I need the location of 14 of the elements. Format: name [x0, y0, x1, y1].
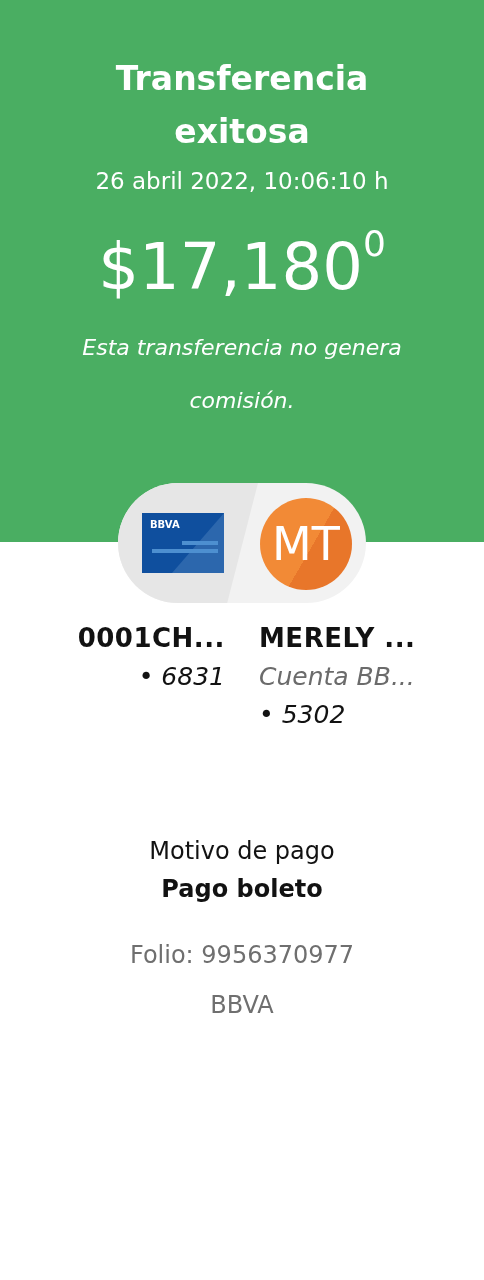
payment-reason: Pago boleto	[160, 874, 324, 905]
recipient-account-type: Cuenta BB...	[259, 661, 416, 693]
payment-reason-label: Motivo de pago	[148, 836, 336, 867]
folio-number: Folio: 9956370977	[128, 940, 356, 971]
bank-name: BBVA	[209, 990, 275, 1021]
transfer-datetime: 26 abril 2022, 10:06:10 h	[94, 167, 390, 196]
origin-account-name: 0001CH...	[76, 622, 225, 655]
origin-account-number: • 6831	[137, 661, 225, 693]
recipient-name: MERELY ...	[259, 622, 417, 655]
commission-note: Esta transferencia no genera comisión.	[82, 333, 402, 415]
recipient-avatar: MT	[260, 498, 352, 590]
screen-title: Transferencia exitosa	[114, 58, 370, 153]
recipient-account-number: • 5302	[259, 698, 347, 731]
bank-card-icon: BBVA	[142, 513, 224, 573]
